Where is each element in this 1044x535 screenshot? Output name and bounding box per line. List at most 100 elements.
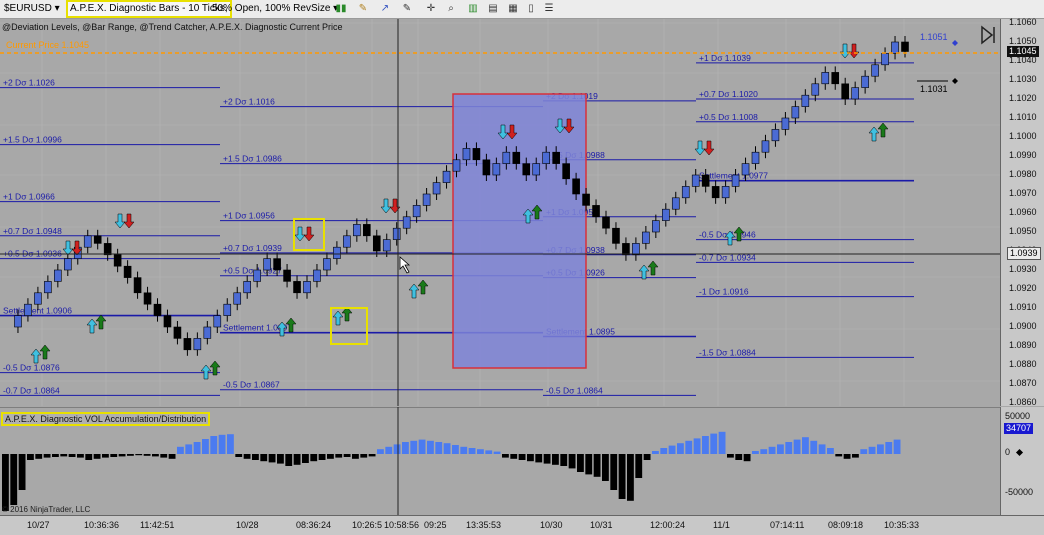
indicators-icon[interactable]: ▦ bbox=[506, 2, 520, 15]
candle-body bbox=[113, 254, 122, 267]
price-axis-tick: 1.1030 bbox=[1009, 74, 1037, 84]
zoom-icon[interactable]: ⌕ bbox=[444, 2, 458, 15]
chart-settings-selector[interactable]: 50% Open, 100% RevSize ▾ bbox=[212, 2, 338, 15]
projection-high-marker bbox=[952, 40, 958, 46]
candle-body bbox=[851, 87, 859, 100]
volume-bar bbox=[268, 454, 276, 463]
sell-signal-arrow bbox=[380, 198, 392, 214]
volume-bar bbox=[660, 448, 668, 454]
volume-bar bbox=[260, 454, 268, 462]
properties-list-icon[interactable]: ☰ bbox=[542, 2, 556, 15]
instrument-selector[interactable]: $EURUSD ▾ bbox=[2, 2, 62, 15]
price-axis[interactable]: 1.1060 1.1050 1.1040 1.1030 1.1020 1.1010 1.10… bbox=[1000, 17, 1044, 407]
time-axis-tick: 08:09:18 bbox=[828, 520, 864, 530]
volume-bar bbox=[385, 446, 393, 454]
candle-body bbox=[711, 186, 720, 199]
deviation-level-label: -0.5 Dσ 1.0876 bbox=[3, 363, 60, 373]
time-axis-tick: 07:14:11 bbox=[770, 520, 805, 530]
volume-bar bbox=[85, 454, 93, 460]
volume-bar bbox=[602, 454, 609, 481]
price-axis-tick: 1.0960 bbox=[1009, 207, 1037, 217]
volume-bar bbox=[252, 454, 259, 460]
volume-bar bbox=[302, 454, 309, 463]
price-axis-tick: 1.0900 bbox=[1009, 321, 1037, 331]
buy-signal-arrow bbox=[30, 348, 42, 364]
volume-bar bbox=[510, 454, 518, 459]
candle-body bbox=[14, 315, 22, 328]
volume-bar bbox=[352, 454, 359, 459]
candle-body bbox=[382, 239, 391, 252]
volume-bar bbox=[343, 454, 351, 457]
volume-bar bbox=[2, 454, 9, 511]
volume-bar bbox=[710, 433, 718, 454]
strategies-icon[interactable]: ▯ bbox=[524, 2, 538, 15]
volume-bar bbox=[643, 454, 651, 460]
volume-bar bbox=[135, 454, 143, 456]
candle-body bbox=[562, 163, 570, 180]
price-axis-tick: 1.0970 bbox=[1009, 188, 1037, 198]
candle-body bbox=[791, 106, 800, 119]
time-axis-tick: 10/27 bbox=[27, 520, 50, 530]
indicator-value-badge: 34707 bbox=[1004, 423, 1034, 434]
volume-bar bbox=[493, 451, 501, 454]
candle-body bbox=[303, 281, 311, 294]
candle-body bbox=[492, 163, 501, 176]
highlight-zone bbox=[452, 93, 587, 369]
properties-icon[interactable]: ✎ bbox=[400, 2, 414, 15]
current-price-badge: 1.1045 bbox=[1007, 45, 1039, 57]
time-axis[interactable]: 10/27 10:36:36 11:42:51 10/28 08:36:24 10:26:… bbox=[0, 515, 1044, 535]
volume-bar bbox=[893, 439, 901, 454]
candle-body bbox=[243, 281, 251, 294]
volume-bar bbox=[552, 454, 559, 465]
volume-bar bbox=[152, 454, 159, 457]
indicator-axis[interactable]: 50000 0 -50000 34707 bbox=[1000, 407, 1044, 515]
candle-body bbox=[372, 235, 381, 252]
volume-bar bbox=[593, 454, 601, 477]
volume-bar bbox=[27, 454, 34, 460]
candle-body bbox=[652, 220, 660, 233]
indicator-zero-marker bbox=[1015, 448, 1024, 457]
volume-bar bbox=[810, 440, 818, 454]
volume-bar bbox=[35, 454, 43, 459]
scroll-to-end-icon[interactable] bbox=[981, 25, 995, 45]
volume-bar bbox=[293, 454, 301, 465]
volume-bar bbox=[735, 454, 743, 460]
data-box-icon[interactable]: ▤ bbox=[486, 2, 500, 15]
projection-low-marker bbox=[952, 78, 958, 84]
volume-bar bbox=[802, 437, 809, 454]
buy-signal-arrow bbox=[39, 344, 51, 360]
current-price-label: Current Price 1.1045 bbox=[6, 40, 89, 50]
projection-low-label: 1.1031 bbox=[920, 84, 948, 94]
deviation-level-label: +0.7 Dσ 1.0939 bbox=[223, 243, 282, 253]
candle-body bbox=[512, 151, 521, 164]
volume-bar bbox=[452, 445, 459, 454]
bar-type-icon[interactable]: ▮▮ bbox=[334, 2, 348, 15]
time-axis-tick: 13:35:53 bbox=[466, 520, 502, 530]
chart-style-icon[interactable]: ▥ bbox=[466, 2, 480, 15]
candle-body bbox=[83, 235, 92, 248]
candle-body bbox=[472, 148, 481, 161]
volume-bar bbox=[685, 440, 693, 454]
candle-body bbox=[103, 243, 112, 256]
pencil-icon[interactable]: ✎ bbox=[356, 2, 370, 15]
volume-bar bbox=[577, 454, 584, 472]
candle-body bbox=[263, 258, 271, 271]
volume-bar bbox=[793, 439, 801, 454]
volume-bar bbox=[668, 445, 676, 454]
volume-bar bbox=[60, 454, 68, 457]
price-panel[interactable]: +2 Dσ 1.1026 +1.5 Dσ 1.0996 +1 Dσ 1.0966 +0… bbox=[0, 19, 1000, 406]
crosshair-icon[interactable]: ✛ bbox=[424, 2, 438, 15]
chart-title-selector[interactable]: A.P.E.X. Diagnostic Bars - 10 Ticks, bbox=[66, 0, 232, 18]
candle-body bbox=[522, 163, 531, 176]
candle-body bbox=[552, 151, 560, 164]
volume-bar bbox=[418, 439, 426, 454]
candle-body bbox=[422, 193, 431, 206]
volume-bar bbox=[760, 449, 768, 454]
candle-body bbox=[163, 315, 172, 328]
volume-bar bbox=[177, 446, 184, 454]
candle-body bbox=[771, 129, 780, 142]
indicator-axis-tick: 50000 bbox=[1005, 411, 1031, 421]
drawing-tools-icon[interactable]: ↗ bbox=[378, 2, 392, 15]
buy-signal-arrow bbox=[332, 310, 344, 326]
candle-body bbox=[811, 83, 820, 96]
